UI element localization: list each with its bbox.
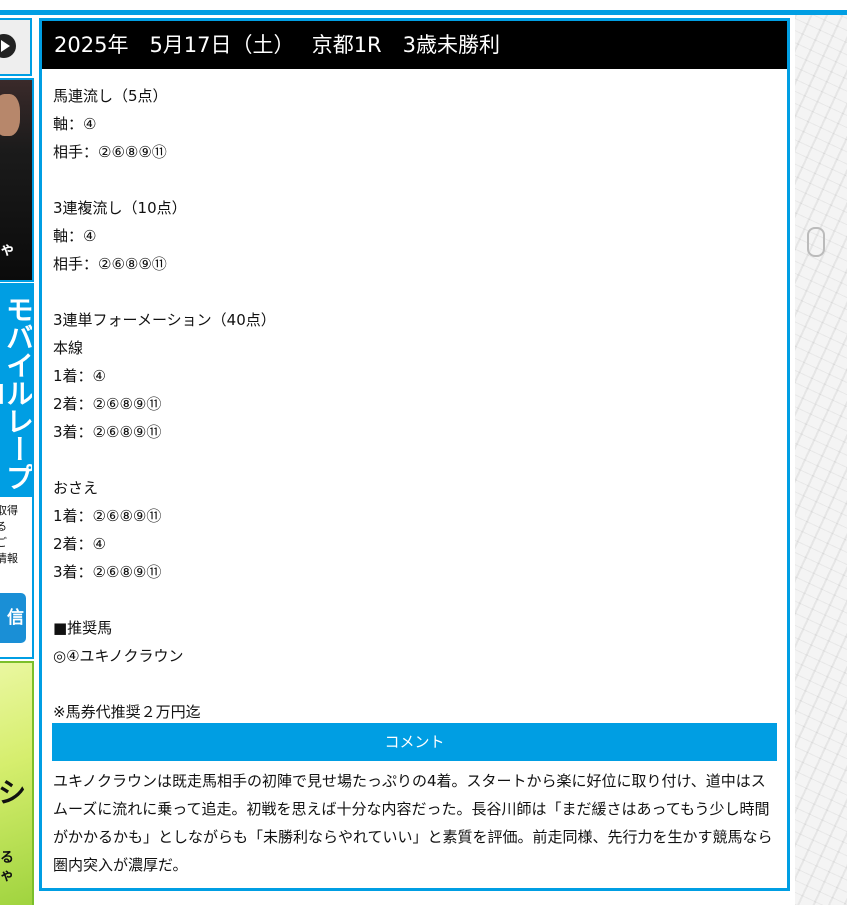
promo-line: 情報 bbox=[0, 552, 18, 565]
top-accent-bar bbox=[0, 10, 847, 15]
pick-line: おさえ bbox=[53, 479, 99, 497]
pick-line: ■推奨馬 bbox=[53, 619, 113, 637]
tipster-photo-banner[interactable]: ゃ bbox=[0, 78, 34, 282]
prediction-card: 2025年 5月17日（土） 京都1R 3歳未勝利 馬連流し（5点） 軸：④ 相手：… bbox=[39, 18, 790, 891]
pick-line: 相手：②⑥⑧⑨⑪ bbox=[53, 255, 167, 273]
pick-line: ※馬券代推奨２万円迄 bbox=[53, 703, 201, 721]
pick-line: 1着：④ bbox=[53, 367, 106, 385]
mobile-repro-banner[interactable]: モバイルレープロ 取得 る ご 情報 信 bbox=[0, 283, 34, 659]
pick-line: 馬連流し（5点） bbox=[53, 87, 168, 105]
promo-button[interactable]: 信 bbox=[0, 593, 26, 643]
pick-line bbox=[53, 278, 773, 306]
newspaper-background-decoration bbox=[795, 15, 847, 905]
green-banner-subtext: る ゃ bbox=[0, 849, 14, 885]
pick-line: 1着：②⑥⑧⑨⑪ bbox=[53, 507, 162, 525]
pick-line bbox=[53, 670, 773, 698]
photo-banner-text: ゃ bbox=[0, 240, 16, 258]
pick-line: 相手：②⑥⑧⑨⑪ bbox=[53, 143, 167, 161]
pick-line: 3着：②⑥⑧⑨⑪ bbox=[53, 423, 162, 441]
green-banner-line: ゃ bbox=[0, 868, 14, 884]
promo-line: る bbox=[0, 520, 7, 533]
tipster-photo bbox=[0, 94, 20, 136]
pick-line: 3連単フォーメーション（40点） bbox=[53, 311, 276, 329]
pick-line: 3連複流し（10点） bbox=[53, 199, 187, 217]
pick-line: 本線 bbox=[53, 339, 84, 357]
betting-picks: 馬連流し（5点） 軸：④ 相手：②⑥⑧⑨⑪ 3連複流し（10点） 軸：④ 相手：②⑥⑧⑨⑪… bbox=[53, 82, 773, 726]
pick-line: 軸：④ bbox=[53, 227, 97, 245]
pick-line bbox=[53, 166, 773, 194]
pick-line bbox=[53, 446, 773, 474]
green-banner-text: シ bbox=[0, 776, 27, 809]
pick-line: 軸：④ bbox=[53, 115, 97, 133]
play-icon[interactable] bbox=[0, 34, 16, 58]
pick-line: 3着：②⑥⑧⑨⑪ bbox=[53, 563, 162, 581]
comment-heading: コメント bbox=[52, 723, 777, 761]
promo-line: ご bbox=[0, 536, 7, 549]
pick-line: ◎④ユキノクラウン bbox=[53, 647, 184, 665]
pick-line bbox=[53, 586, 773, 614]
video-banner[interactable] bbox=[0, 18, 32, 76]
green-ad-banner[interactable]: シ る ゃ bbox=[0, 661, 34, 905]
pick-line: 2着：②⑥⑧⑨⑪ bbox=[53, 395, 162, 413]
promo-title: モバイルレープロ bbox=[0, 285, 32, 497]
comment-text: ユキノクラウンは既走馬相手の初陣で見せ場たっぷりの4着。スタートから楽に好位に取… bbox=[53, 772, 773, 874]
promo-description: 取得 る ご 情報 bbox=[0, 503, 32, 567]
green-banner-line: る bbox=[0, 850, 14, 866]
pick-line: 2着：④ bbox=[53, 535, 106, 553]
left-sidebar: ゃ モバイルレープロ 取得 る ご 情報 信 シ る ゃ bbox=[0, 15, 34, 905]
race-title: 2025年 5月17日（土） 京都1R 3歳未勝利 bbox=[42, 21, 787, 69]
paperclip-icon bbox=[807, 227, 825, 257]
promo-line: 取得 bbox=[0, 504, 18, 517]
